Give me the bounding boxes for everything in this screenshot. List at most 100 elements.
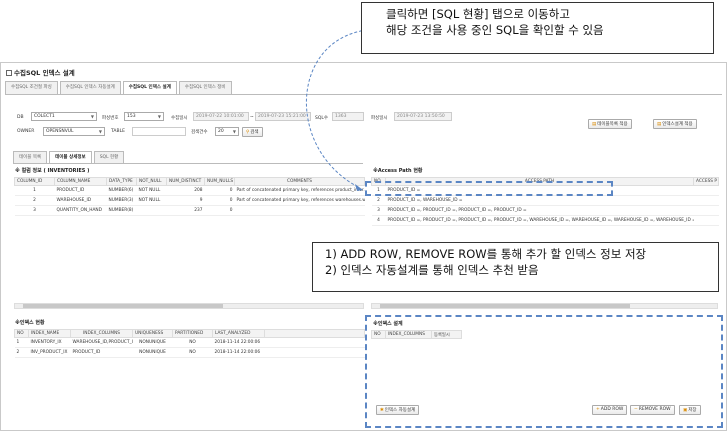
- chevron-down-icon: ▼: [232, 129, 236, 134]
- cell-filler: [264, 337, 365, 348]
- cell-filler: [693, 185, 719, 196]
- cell: Part of concatenated primary key, refere…: [234, 185, 365, 196]
- parse-no-label: 파싱번호: [102, 116, 119, 121]
- index-status-title: ※인덱스 현황: [15, 320, 45, 326]
- table-row[interactable]: 1 PRODUCT_ID NUMBER(6) NOT NULL 208 0 Pa…: [14, 185, 365, 196]
- cell: 2018-11-14 22:00:06: [212, 337, 265, 348]
- table-row[interactable]: 1 INVENTORY_IX WAREHOUSE_ID,PRODUCT_ID N…: [14, 337, 365, 348]
- cell: 2: [14, 347, 29, 358]
- tab-auto-index-design[interactable]: 수집SQL 인덱스 자동설계: [59, 81, 121, 94]
- cell: 2: [14, 195, 55, 206]
- main-tab-bar: 수집SQL 조건절 파싱 수집SQL 인덱스 자동설계 수집SQL 인덱스 설계…: [5, 81, 232, 94]
- column-header[interactable]: INDEX_COLUMNS: [70, 329, 133, 338]
- cell: 2: [371, 195, 386, 206]
- table-row[interactable]: 3 QUANTITY_ON_HAND NUMBER(8) 237 0: [14, 205, 365, 216]
- cell: NUMBER(3): [106, 195, 137, 206]
- sub-tab-divider: [13, 163, 363, 164]
- parse-no-select[interactable]: 153 ▼: [124, 112, 164, 121]
- tab-index-maintenance[interactable]: 수집SQL 인덱스 정비: [178, 81, 232, 94]
- cell: PRODUCT_ID =, WAREHOUSE_ID =: [385, 195, 694, 206]
- column-header[interactable]: NO: [14, 329, 29, 338]
- owner-select[interactable]: OPENSNVUL ▼: [43, 127, 105, 136]
- scrollbar-thumb[interactable]: [23, 304, 223, 308]
- column-header[interactable]: ACCESS P: [693, 177, 719, 186]
- cell: [136, 205, 167, 216]
- page-title: 수집SQL 인덱스 설계: [6, 67, 75, 77]
- date-range-tilde: ~: [250, 115, 254, 120]
- column-info-scrollbar[interactable]: [14, 303, 364, 309]
- callout-index-design-note: 1) ADD ROW, REMOVE ROW를 통해 추가 할 인덱스 정보 저…: [312, 242, 719, 292]
- column-header[interactable]: LAST_ANALYZED: [212, 329, 265, 338]
- cell: [234, 205, 365, 216]
- index-status-table: NO INDEX_NAME INDEX_COLUMNS UNIQUENESS P…: [14, 329, 365, 358]
- sql-count-field: 1363: [332, 112, 364, 121]
- callout-sql-tab-note: 클릭하면 [SQL 현황] 탭으로 이동하고 해당 조건을 사용 중인 SQL을…: [361, 2, 714, 54]
- column-header[interactable]: UNIQUENESS: [132, 329, 173, 338]
- cell: NOT NULL: [136, 195, 167, 206]
- table-row[interactable]: 2 PRODUCT_ID =, WAREHOUSE_ID =: [371, 195, 719, 206]
- cell: 0: [204, 195, 235, 206]
- parse-date-label: 파싱일시: [371, 116, 388, 121]
- search-button[interactable]: ⚲검색: [242, 127, 263, 137]
- tab-condition-parse[interactable]: 수집SQL 조건절 파싱: [5, 81, 58, 94]
- column-header[interactable]: COLUMN_ID: [14, 177, 55, 186]
- column-header[interactable]: COMMENTS: [234, 177, 365, 186]
- page-title-text: 수집SQL 인덱스 설계: [14, 69, 75, 77]
- table-row[interactable]: 2 WAREHOUSE_ID NUMBER(3) NOT NULL 9 0 Pa…: [14, 195, 365, 206]
- cell: 2018-11-14 22:00:06: [212, 347, 265, 358]
- cell-filler: [264, 347, 365, 358]
- table-label: TABLE: [111, 129, 125, 134]
- callout-mid-line1: 1) ADD ROW, REMOVE ROW를 통해 추가 할 인덱스 정보 저…: [325, 247, 647, 261]
- table-row[interactable]: 4 PRODUCT_ID =, PRODUCT_ID =, PRODUCT_ID…: [371, 215, 719, 226]
- cell: WAREHOUSE_ID: [54, 195, 107, 206]
- collect-date-label: 수집일시: [171, 116, 188, 121]
- sql-count-label: SQL수: [315, 116, 329, 121]
- cell: NONUNIQUE: [132, 337, 173, 348]
- cell: NO: [172, 347, 213, 358]
- cell: 1: [14, 337, 29, 348]
- cell-filler: [693, 205, 719, 216]
- table-list-apply-button[interactable]: ▤테이블목록 적용: [588, 119, 632, 129]
- access-path-scrollbar[interactable]: [371, 303, 718, 309]
- table-list-apply-label: 테이블목록 적용: [597, 122, 628, 127]
- cell-filler: [693, 195, 719, 206]
- cell: PRODUCT_ID =, PRODUCT_ID =, PRODUCT_ID =…: [385, 205, 694, 216]
- column-header[interactable]: NUM_DISTINCT: [166, 177, 205, 186]
- db-select[interactable]: COLECT1 ▼: [31, 112, 97, 121]
- cell-filler: [693, 215, 719, 226]
- collect-to-field[interactable]: 2019-07-23 15:21:00: [255, 112, 311, 121]
- column-info-title: ※ 컬럼 정보 ( INVENTORIES ): [15, 168, 90, 174]
- index-design-highlight: [365, 315, 723, 428]
- cell: NO: [172, 337, 213, 348]
- cell: NUMBER(8): [106, 205, 137, 216]
- cell: Part of concatenated primary key, refere…: [234, 195, 365, 206]
- tab-index-design[interactable]: 수집SQL 인덱스 설계: [122, 81, 177, 94]
- table-row[interactable]: 2 INV_PRODUCT_IX PRODUCT_ID NONUNIQUE NO…: [14, 347, 365, 358]
- column-header[interactable]: PARTITIONED: [172, 329, 213, 338]
- scrollbar-thumb[interactable]: [380, 304, 630, 308]
- column-header-filler: [264, 329, 365, 338]
- cell: INV_PRODUCT_IX: [28, 347, 71, 358]
- index-design-apply-button[interactable]: ▤인덱스설계 적용: [653, 119, 697, 129]
- column-header[interactable]: INDEX_NAME: [28, 329, 71, 338]
- cell: PRODUCT_ID: [70, 347, 133, 358]
- table-row[interactable]: 3 PRODUCT_ID =, PRODUCT_ID =, PRODUCT_ID…: [371, 205, 719, 216]
- cell: INVENTORY_IX: [28, 337, 71, 348]
- column-header[interactable]: COLUMN_NAME: [54, 177, 107, 186]
- table-input[interactable]: [132, 127, 186, 136]
- tab-divider: [5, 94, 722, 95]
- column-info-table: COLUMN_ID COLUMN_NAME DATA_TYPE NOT_NULL…: [14, 177, 365, 216]
- column-header[interactable]: DATA_TYPE: [106, 177, 137, 186]
- search-count-value: 20: [218, 129, 224, 134]
- parse-date-field: 2019-07-23 13:50:50: [394, 112, 452, 121]
- cell: PRODUCT_ID: [54, 185, 107, 196]
- callout-top-line1: 클릭하면 [SQL 현황] 탭으로 이동하고: [386, 7, 570, 21]
- column-header[interactable]: NUM_NULLS: [204, 177, 235, 186]
- search-count-select[interactable]: 20 ▼: [215, 127, 239, 136]
- column-header[interactable]: NOT_NULL: [136, 177, 167, 186]
- collect-from-field[interactable]: 2019-07-22 10:01:00: [193, 112, 249, 121]
- cell: 237: [166, 205, 205, 216]
- cell: 0: [204, 185, 235, 196]
- db-label: DB: [17, 115, 24, 120]
- search-icon: ⚲: [246, 130, 250, 135]
